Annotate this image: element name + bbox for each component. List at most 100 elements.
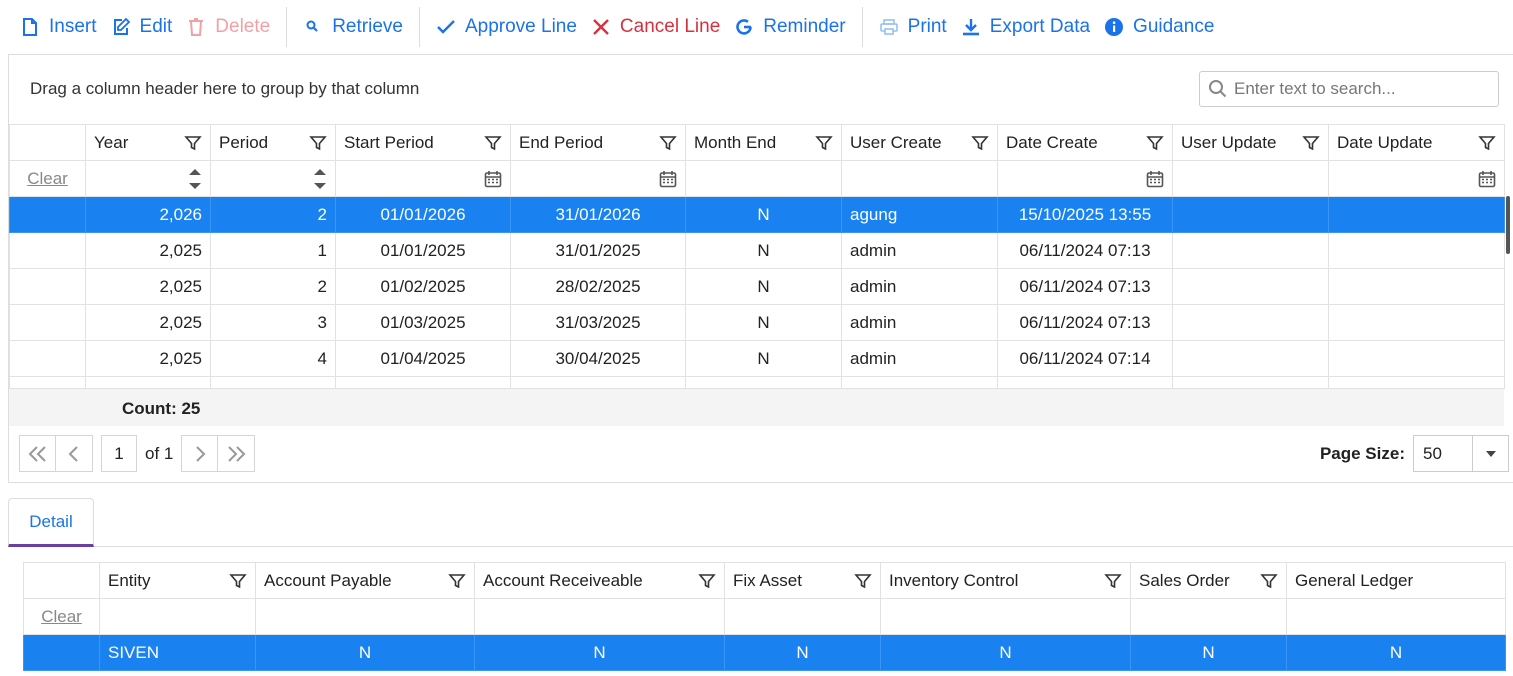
calendar-icon[interactable]: [659, 170, 677, 188]
cell-period: 1: [210, 232, 336, 269]
table-row[interactable]: SIVEN N N N N N N: [23, 634, 1506, 671]
vertical-scrollbar[interactable]: [1506, 196, 1510, 254]
filter-cell-date-update[interactable]: [1328, 160, 1505, 197]
column-header-date-create[interactable]: Date Create: [997, 124, 1173, 161]
filter-icon[interactable]: [971, 134, 989, 152]
filter-icon[interactable]: [1260, 572, 1278, 590]
delete-button[interactable]: Delete: [184, 7, 282, 47]
filter-icon[interactable]: [1104, 572, 1122, 590]
filter-cell-year[interactable]: [85, 160, 211, 197]
pager: 1 of 1: [19, 435, 256, 472]
insert-button[interactable]: Insert: [18, 7, 109, 47]
column-header-entity[interactable]: Entity: [99, 562, 256, 599]
filter-icon[interactable]: [484, 134, 502, 152]
filter-icon[interactable]: [229, 572, 247, 590]
filter-cell-account-payable[interactable]: [255, 598, 475, 635]
table-row[interactable]: 2,025 1 01/01/2025 31/01/2025 N admin 06…: [9, 232, 1505, 269]
calendar-icon[interactable]: [1146, 170, 1164, 188]
page-size-value: 50: [1423, 443, 1442, 463]
column-header-month-end[interactable]: Month End: [685, 124, 842, 161]
cell-period: 3: [210, 304, 336, 341]
clear-filter-link[interactable]: Clear: [27, 169, 68, 188]
search-input[interactable]: [1234, 79, 1484, 99]
reminder-button[interactable]: Reminder: [732, 7, 857, 47]
filter-cell-month-end[interactable]: [685, 160, 842, 197]
filter-icon[interactable]: [854, 572, 872, 590]
filter-cell-user-update[interactable]: [1172, 160, 1329, 197]
export-data-button[interactable]: Export Data: [959, 7, 1102, 47]
column-header-account-receiveable[interactable]: Account Receiveable: [474, 562, 725, 599]
clear-filter-link[interactable]: Clear: [41, 607, 82, 626]
filter-icon[interactable]: [184, 134, 202, 152]
column-header-date-update[interactable]: Date Update: [1328, 124, 1505, 161]
calendar-icon[interactable]: [1478, 170, 1496, 188]
filter-icon[interactable]: [1146, 134, 1164, 152]
cancel-line-button[interactable]: Cancel Line: [589, 7, 732, 47]
column-header-fix-asset[interactable]: Fix Asset: [724, 562, 881, 599]
filter-cell-user-create[interactable]: [841, 160, 998, 197]
tab-detail[interactable]: Detail: [8, 498, 94, 547]
spin-buttons[interactable]: [219, 168, 327, 190]
filter-cell-sales-order[interactable]: [1130, 598, 1287, 635]
spin-buttons[interactable]: [94, 168, 202, 190]
last-page-button[interactable]: [218, 435, 256, 472]
column-header-user-create[interactable]: User Create: [841, 124, 998, 161]
filter-icon[interactable]: [659, 134, 677, 152]
cell-date-create: 06/11/2024 07:13: [997, 304, 1173, 341]
detail-tabs: Detail: [8, 498, 1513, 547]
filter-icon[interactable]: [1302, 134, 1320, 152]
spin-down-icon[interactable]: [188, 182, 202, 190]
column-header-account-payable[interactable]: Account Payable: [255, 562, 475, 599]
column-header-start-period[interactable]: Start Period: [335, 124, 511, 161]
calendar-icon[interactable]: [484, 170, 502, 188]
filter-cell-fix-asset[interactable]: [724, 598, 881, 635]
column-header-period[interactable]: Period: [210, 124, 336, 161]
filter-cell-start-period[interactable]: [335, 160, 511, 197]
filter-cell-general-ledger[interactable]: [1286, 598, 1506, 635]
cell-account-receiveable: N: [474, 634, 725, 671]
search-box[interactable]: [1199, 71, 1499, 107]
dropdown-arrow[interactable]: [1472, 436, 1508, 471]
table-row[interactable]: 2,025 4 01/04/2025 30/04/2025 N admin 06…: [9, 340, 1505, 377]
cell-partial: [685, 376, 842, 389]
spin-down-icon[interactable]: [313, 182, 327, 190]
filter-icon[interactable]: [448, 572, 466, 590]
column-header-sales-order[interactable]: Sales Order: [1130, 562, 1287, 599]
spin-up-icon[interactable]: [313, 168, 327, 176]
table-row[interactable]: 2,025 2 01/02/2025 28/02/2025 N admin 06…: [9, 268, 1505, 305]
guidance-button[interactable]: Guidance: [1102, 7, 1226, 47]
approve-line-button[interactable]: Approve Line: [434, 7, 589, 47]
first-page-button[interactable]: [19, 435, 56, 472]
page-number-input[interactable]: 1: [101, 435, 137, 472]
filter-cell-inventory-control[interactable]: [880, 598, 1131, 635]
table-row-partial[interactable]: [9, 376, 1505, 389]
column-header-inventory-control[interactable]: Inventory Control: [880, 562, 1131, 599]
filter-cell-end-period[interactable]: [510, 160, 686, 197]
filter-icon[interactable]: [815, 134, 833, 152]
filter-cell-account-receiveable[interactable]: [474, 598, 725, 635]
retrieve-label: Retrieve: [332, 16, 403, 37]
filter-cell-period[interactable]: [210, 160, 336, 197]
next-page-button[interactable]: [181, 435, 219, 472]
filter-icon[interactable]: [698, 572, 716, 590]
edit-button[interactable]: Edit: [109, 7, 185, 47]
column-header-user-update[interactable]: User Update: [1172, 124, 1329, 161]
filter-cell-date-create[interactable]: [997, 160, 1173, 197]
column-header-year[interactable]: Year: [85, 124, 211, 161]
cell-date-create: 15/10/2025 13:55: [997, 196, 1173, 233]
filter-icon[interactable]: [1478, 134, 1496, 152]
column-header-end-period[interactable]: End Period: [510, 124, 686, 161]
column-header-general-ledger[interactable]: General Ledger: [1286, 562, 1506, 599]
cell-partial: [510, 376, 686, 389]
table-row[interactable]: 2,025 3 01/03/2025 31/03/2025 N admin 06…: [9, 304, 1505, 341]
page-size-select[interactable]: 50: [1413, 435, 1509, 472]
prev-page-button[interactable]: [56, 435, 93, 472]
table-row[interactable]: 2,026 2 01/01/2026 31/01/2026 N agung 15…: [9, 196, 1505, 233]
cell-fix-asset: N: [724, 634, 881, 671]
filter-cell-entity[interactable]: [99, 598, 256, 635]
indicator-header: [9, 124, 86, 161]
spin-up-icon[interactable]: [188, 168, 202, 176]
print-button[interactable]: Print: [877, 7, 959, 47]
retrieve-button[interactable]: Retrieve: [301, 7, 415, 47]
filter-icon[interactable]: [309, 134, 327, 152]
